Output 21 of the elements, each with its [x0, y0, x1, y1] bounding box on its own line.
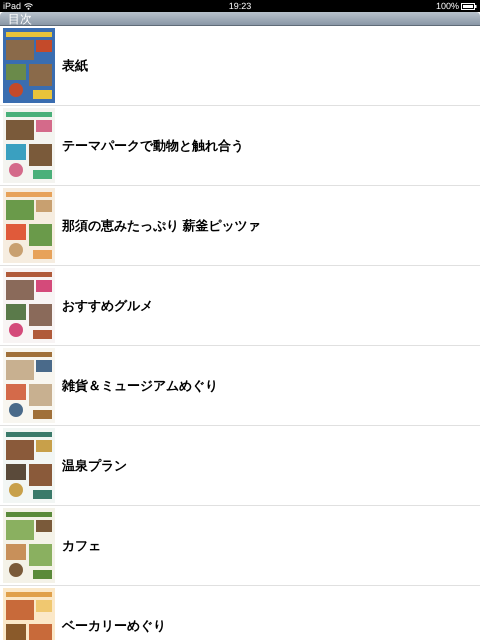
battery-percentage: 100%	[436, 2, 459, 10]
device-name: iPad	[3, 2, 22, 10]
table-row[interactable]: 那須の恵みたっぷり 薪釜ピッツァ	[0, 186, 480, 266]
navigation-title: 目次	[8, 12, 32, 24]
clock: 19:23	[228, 2, 252, 10]
row-title: 雑貨＆ミュージアムめぐり	[62, 376, 218, 395]
table-row[interactable]: テーマパークで動物と触れ合う	[0, 106, 480, 186]
row-title: カフェ	[62, 536, 101, 555]
row-title: おすすめグルメ	[62, 296, 153, 315]
row-title: 温泉プラン	[62, 456, 127, 475]
table-row[interactable]: 温泉プラン	[0, 426, 480, 506]
wifi-icon	[24, 2, 34, 10]
row-title: ベーカリーめぐり	[62, 616, 166, 635]
row-title: 表紙	[62, 56, 88, 75]
table-row[interactable]: おすすめグルメ	[0, 266, 480, 346]
row-title: 那須の恵みたっぷり 薪釜ピッツァ	[62, 216, 261, 235]
row-title: テーマパークで動物と触れ合う	[62, 136, 244, 155]
table-row[interactable]: カフェ	[0, 506, 480, 586]
table-row[interactable]: 表紙	[0, 26, 480, 106]
battery-icon	[461, 2, 477, 10]
table-row[interactable]: 雑貨＆ミュージアムめぐり	[0, 346, 480, 426]
